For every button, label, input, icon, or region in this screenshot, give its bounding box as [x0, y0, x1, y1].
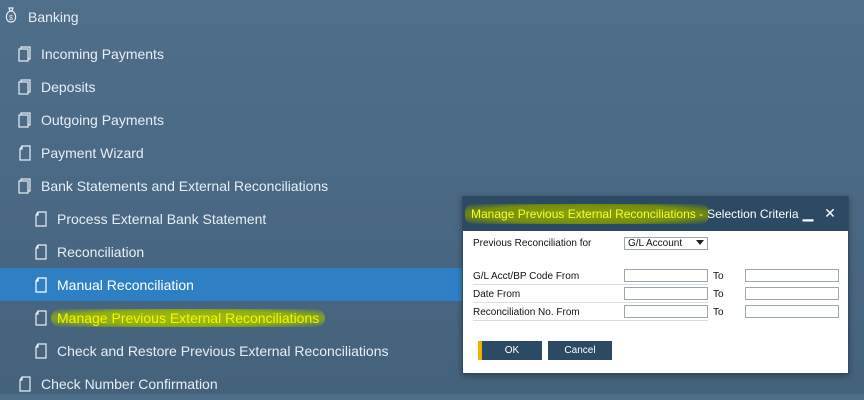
menu-item-label: Payment Wizard [41, 144, 144, 161]
menu-item-label: Deposits [41, 78, 96, 95]
folder-pages-icon [18, 112, 31, 128]
menu-item-label: Reconciliation [57, 243, 145, 260]
menu-item-manual-reconciliation[interactable]: Manual Reconciliation [0, 268, 470, 301]
folder-pages-icon [18, 178, 31, 194]
code-to-input[interactable] [745, 269, 839, 282]
divider [473, 302, 708, 303]
ok-button[interactable]: OK [478, 341, 542, 360]
menu-item-label: Bank Statements and External Reconciliat… [41, 177, 329, 194]
folder-pages-icon [18, 79, 31, 95]
dialog-title-rest: Selection Criteria [707, 207, 799, 221]
menu-item-label: Manage Previous External Reconciliations [51, 308, 326, 327]
document-icon [34, 343, 47, 359]
recon-for-value: G/L Account [628, 238, 683, 249]
date-from-label: Date From [473, 289, 521, 300]
menu-item-label: Process External Bank Statement [57, 210, 267, 227]
recon-no-to-input[interactable] [745, 305, 839, 318]
date-to-label: To [713, 289, 724, 300]
document-icon [18, 376, 31, 392]
date-to-input[interactable] [745, 287, 839, 300]
recon-no-from-input[interactable] [624, 305, 708, 318]
menu-item-label: Manual Reconciliation [57, 276, 194, 293]
document-icon [34, 244, 47, 260]
document-icon [34, 310, 47, 326]
divider [473, 284, 708, 285]
divider [473, 320, 708, 321]
code-to-label: To [713, 271, 724, 282]
date-from-input[interactable] [624, 287, 708, 300]
menu-item-outgoing-payments[interactable]: Outgoing Payments [0, 103, 864, 136]
menu-banking[interactable]: $ Banking [0, 0, 864, 33]
dialog-title-bar[interactable]: Manage Previous External Reconciliations… [463, 197, 848, 231]
code-from-label: G/L Acct/BP Code From [473, 271, 580, 282]
close-icon[interactable]: ✕ [822, 205, 838, 221]
menu-banking-label: Banking [28, 8, 79, 25]
document-icon [34, 277, 47, 293]
svg-text:$: $ [9, 15, 13, 22]
document-icon [34, 211, 47, 227]
selection-criteria-dialog: Manage Previous External Reconciliations… [462, 196, 849, 374]
money-bag-icon: $ [4, 7, 18, 26]
menu-item-label: Incoming Payments [41, 45, 164, 62]
chevron-down-icon [696, 240, 704, 245]
recon-no-to-label: To [713, 307, 724, 318]
menu-item-label: Check and Restore Previous External Reco… [57, 342, 389, 359]
document-icon [18, 145, 31, 161]
recon-for-label: Previous Reconciliation for [473, 238, 592, 249]
menu-item-label: Check Number Confirmation [41, 375, 218, 392]
recon-for-select[interactable]: G/L Account [624, 237, 708, 250]
menu-item-incoming-payments[interactable]: Incoming Payments [0, 37, 864, 70]
dialog-title-highlight: Manage Previous External Reconciliations… [465, 204, 710, 224]
menu-item-label: Outgoing Payments [41, 111, 164, 128]
minimize-icon[interactable]: ▁ [800, 205, 816, 221]
folder-pages-icon [18, 46, 31, 62]
menu-item-deposits[interactable]: Deposits [0, 70, 864, 103]
menu-item-payment-wizard[interactable]: Payment Wizard [0, 136, 864, 169]
cancel-button[interactable]: Cancel [548, 341, 612, 360]
code-from-input[interactable] [624, 269, 708, 282]
recon-no-from-label: Reconciliation No. From [473, 307, 580, 318]
